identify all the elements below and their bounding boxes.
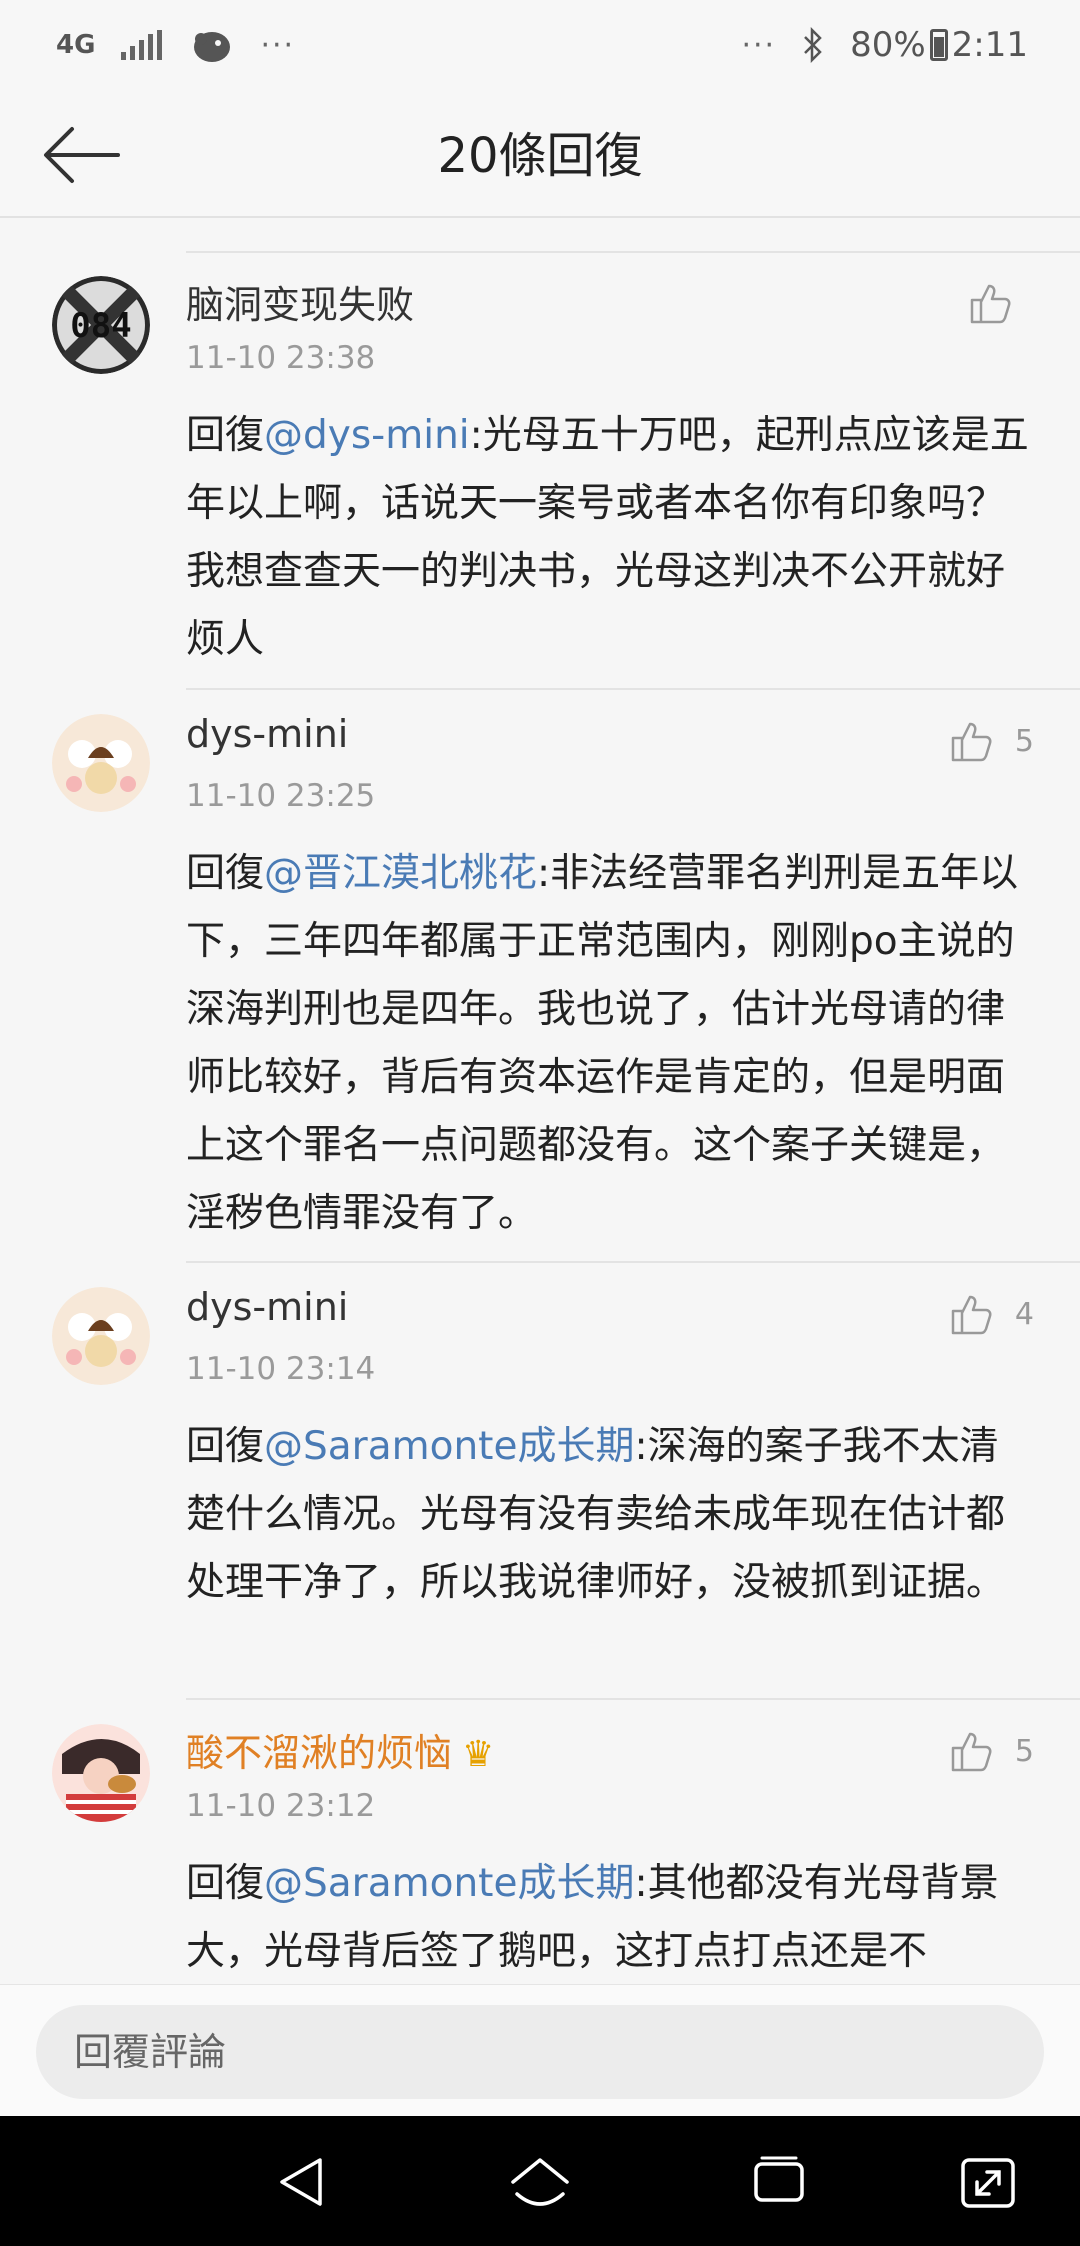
comment-time: 11-10 23:12 bbox=[186, 1788, 376, 1824]
battery-percent: 80% bbox=[850, 25, 926, 65]
like-count: 5 bbox=[1014, 723, 1034, 759]
more-notifications-icon: ··· bbox=[260, 27, 296, 63]
like-count: 5 bbox=[1014, 1733, 1034, 1769]
like-count: 4 bbox=[1014, 1296, 1034, 1332]
thumbs-up-icon bbox=[970, 284, 1011, 324]
page-title: 20條回復 bbox=[437, 128, 643, 184]
like-button[interactable]: 4 bbox=[949, 1291, 1034, 1337]
nav-recents-icon[interactable] bbox=[746, 2152, 812, 2212]
reply-bar: 回覆評論 bbox=[0, 1984, 1080, 2116]
bird-notification-icon bbox=[194, 32, 231, 62]
reply-input[interactable]: 回覆評論 bbox=[36, 2005, 1044, 2099]
avatar[interactable] bbox=[52, 1287, 150, 1385]
nav-expand-icon[interactable] bbox=[955, 2152, 1021, 2212]
signal-icon bbox=[121, 30, 163, 60]
mention-link[interactable]: @dys-mini bbox=[264, 413, 470, 458]
vip-crown-icon: ♛ bbox=[462, 1734, 495, 1775]
avatar[interactable] bbox=[52, 1724, 150, 1822]
bluetooth-icon bbox=[804, 27, 822, 63]
system-nav-bar bbox=[0, 2116, 1080, 2246]
mention-link[interactable]: @Saramonte成长期 bbox=[264, 1424, 634, 1469]
nav-back-icon[interactable] bbox=[270, 2152, 336, 2212]
comment-body: 回復@Saramonte成长期:其他都没有光母背景大，光母背后签了鹅吧，这打点打… bbox=[186, 1861, 999, 1974]
mention-link[interactable]: @Saramonte成长期 bbox=[264, 1861, 634, 1906]
comment-item[interactable]: dys-mini 11-10 23:14 4 回復@Saramonte成长期:深… bbox=[0, 1263, 1080, 1693]
comment-time: 11-10 23:14 bbox=[186, 1351, 376, 1387]
app-bar: 20條回復 bbox=[0, 90, 1080, 218]
comment-time: 11-10 23:25 bbox=[186, 778, 376, 814]
comment-body: 回復@晋江漠北桃花:非法经营罪名判刑是五年以下，三年四年都属于正常范围内，刚刚p… bbox=[186, 851, 1019, 1236]
like-button[interactable]: 5 bbox=[949, 1728, 1034, 1774]
username[interactable]: 脑洞变现失败 bbox=[186, 274, 414, 329]
more-status-icon: ··· bbox=[741, 27, 777, 63]
network-type: 4G bbox=[56, 30, 96, 60]
comment-body: 回復@Saramonte成长期:深海的案子我不太清楚什么情况。光母有没有卖给未成… bbox=[186, 1424, 1006, 1605]
comment-time: 11-10 23:38 bbox=[186, 340, 376, 376]
like-button[interactable]: 5 bbox=[949, 718, 1034, 764]
battery-icon bbox=[929, 29, 948, 61]
avatar[interactable]: 084 bbox=[52, 276, 150, 374]
thumbs-up-icon bbox=[951, 1295, 992, 1335]
like-button[interactable] bbox=[968, 280, 1034, 326]
status-bar: 4G ··· ··· 80% 2:11 bbox=[0, 0, 1080, 90]
comment-item[interactable]: 084 脑洞变现失败 11-10 23:38 回復@dys-mini:光母五十万… bbox=[0, 252, 1080, 702]
thumbs-up-icon bbox=[951, 1732, 992, 1772]
comment-item[interactable]: 酸不溜湫的烦恼 ♛ 11-10 23:12 5 回復@Saramonte成长期:其… bbox=[0, 1700, 1080, 1984]
username[interactable]: dys-mini bbox=[186, 712, 348, 756]
svg-text:084: 084 bbox=[70, 306, 131, 346]
username[interactable]: 酸不溜湫的烦恼 ♛ bbox=[186, 1722, 494, 1777]
comment-list[interactable]: 084 脑洞变现失败 11-10 23:38 回復@dys-mini:光母五十万… bbox=[0, 218, 1080, 1984]
mention-link[interactable]: @晋江漠北桃花 bbox=[264, 851, 537, 896]
username[interactable]: dys-mini bbox=[186, 1285, 348, 1329]
clock: 2:11 bbox=[951, 25, 1028, 65]
comment-item[interactable]: dys-mini 11-10 23:25 5 回復@晋江漠北桃花:非法经营罪名判… bbox=[0, 690, 1080, 1236]
thumbs-up-icon bbox=[951, 722, 992, 762]
avatar[interactable] bbox=[52, 714, 150, 812]
comment-body: 回復@dys-mini:光母五十万吧，起刑点应该是五年以上啊，话说天一案号或者本… bbox=[186, 413, 1029, 662]
nav-home-icon[interactable] bbox=[507, 2152, 573, 2212]
